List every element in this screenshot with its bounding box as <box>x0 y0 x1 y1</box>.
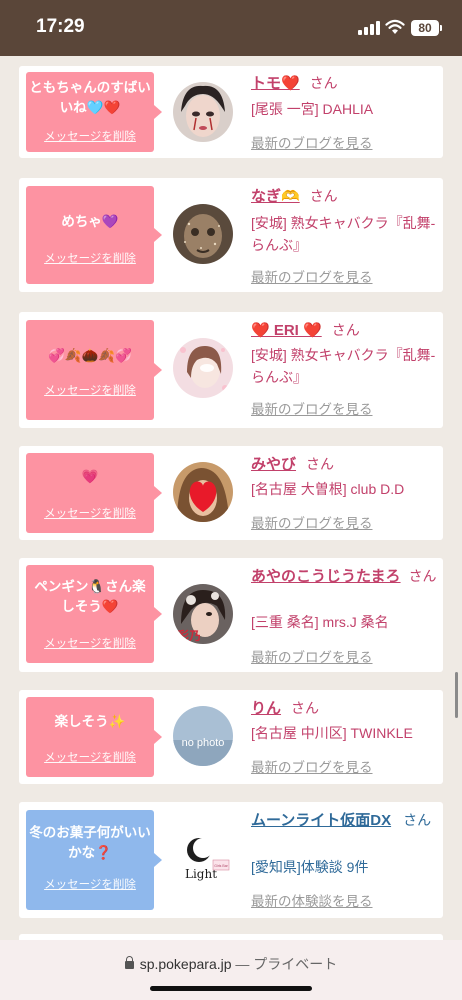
status-bar: 17:29 80 <box>0 0 462 56</box>
message-bubble: ペンギン🐧さん楽しそう❤️ メッセージを削除 <box>26 565 162 663</box>
user-name-link[interactable]: ❤️ ERI ❤️ <box>251 322 322 339</box>
message-card: 💗 メッセージを削除 みやび さん [名古屋 大曽根] club D.D 最新のブ… <box>19 446 443 540</box>
message-card: ともちゃんのすばいいね🩵❤️ メッセージを削除 トモ❤️ さん [尾張 一宮] D… <box>19 66 443 158</box>
delete-message-link[interactable]: メッセージを削除 <box>26 382 154 398</box>
message-text: 楽しそう✨ <box>54 714 126 729</box>
honorific: さん <box>306 456 335 472</box>
user-name-link[interactable]: なぎ🫶 <box>251 188 300 205</box>
no-photo-label: no photo <box>182 737 225 749</box>
message-feed[interactable]: ともちゃんのすばいいね🩵❤️ メッセージを削除 トモ❤️ さん [尾張 一宮] D… <box>0 56 462 940</box>
message-bubble: ともちゃんのすばいいね🩵❤️ メッセージを削除 <box>26 72 162 152</box>
shop-info[interactable]: [愛知県]体験談 9件 <box>251 856 437 878</box>
shop-info[interactable]: [三重 桑名] mrs.J 桑名 <box>251 611 437 633</box>
delete-message-link[interactable]: メッセージを削除 <box>26 505 154 521</box>
delete-message-link[interactable]: メッセージを削除 <box>26 250 154 266</box>
latest-blog-link[interactable]: 最新のブログを見る <box>251 398 373 418</box>
message-text: めちゃ💜 <box>61 214 119 229</box>
message-card: ペンギン🐧さん楽しそう❤️ メッセージを削除 彩乃 あやのこうじうたまろ さん [… <box>19 558 443 672</box>
avatar[interactable] <box>173 82 233 142</box>
message-card: 冬のお菓子何がいいかな❓ メッセージを削除 Light Girls Bar ムー… <box>19 802 443 918</box>
latest-blog-link[interactable]: 最新のブログを見る <box>251 512 373 532</box>
shop-info[interactable]: [安城] 熟女キャバクラ『乱舞-らんぶ』 <box>251 344 437 388</box>
honorific: さん <box>408 568 437 584</box>
avatar[interactable] <box>173 462 233 522</box>
delete-message-link[interactable]: メッセージを削除 <box>26 635 154 651</box>
honorific: さん <box>309 188 338 204</box>
shop-info[interactable]: [安城] 熟女キャバクラ『乱舞-らんぶ』 <box>251 212 437 256</box>
scrollbar[interactable] <box>455 672 458 718</box>
message-card: 楽しそう✨ メッセージを削除 no photo りん さん [名古屋 中川区] T… <box>19 690 443 784</box>
honorific: さん <box>331 322 360 338</box>
latest-blog-link[interactable]: 最新のブログを見る <box>251 646 373 666</box>
honorific: さん <box>309 75 338 91</box>
latest-blog-link[interactable]: 最新のブログを見る <box>251 756 373 776</box>
message-card: 💞🍂🌰🍂💞 メッセージを削除 ❤️ ERI ❤️ さん [安城] 熟女キャバクラ『… <box>19 312 443 428</box>
avatar[interactable]: Light Girls Bar <box>173 828 233 888</box>
battery-tip <box>440 25 442 31</box>
user-name-link[interactable]: りん <box>251 700 281 717</box>
user-name-link[interactable]: あやのこうじうたまろ <box>251 568 401 585</box>
honorific: さん <box>403 812 432 828</box>
lock-icon <box>124 956 134 969</box>
url-domain: sp.pokepara.jp <box>139 956 232 972</box>
avatar[interactable] <box>173 204 233 264</box>
shop-info[interactable]: [尾張 一宮] DAHLIA <box>251 98 437 120</box>
avatar-tag-text: Girls Bar <box>214 864 228 868</box>
avatar-watermark: 彩乃 <box>176 628 201 643</box>
avatar[interactable] <box>173 338 233 398</box>
message-bubble: 💞🍂🌰🍂💞 メッセージを削除 <box>26 320 162 420</box>
user-name-link[interactable]: トモ❤️ <box>251 75 300 92</box>
message-bubble: めちゃ💜 メッセージを削除 <box>26 186 162 284</box>
latest-blog-link[interactable]: 最新のブログを見る <box>251 132 373 152</box>
avatar[interactable]: no photo <box>173 706 233 766</box>
shop-info[interactable]: [名古屋 中川区] TWINKLE <box>251 722 437 744</box>
delete-message-link[interactable]: メッセージを削除 <box>26 128 154 144</box>
message-card: めちゃ💜 メッセージを削除 なぎ🫶 さん [安城] 熟女キャバクラ『乱舞-らんぶ』… <box>19 178 443 292</box>
address-text[interactable]: sp.pokepara.jp — プライベート <box>0 954 462 974</box>
message-bubble: 楽しそう✨ メッセージを削除 <box>26 697 162 777</box>
message-text: 冬のお菓子何がいいかな❓ <box>29 825 151 860</box>
latest-review-link[interactable]: 最新の体験談を見る <box>251 890 373 910</box>
avatar[interactable]: 彩乃 <box>173 584 233 644</box>
url-bar[interactable]: sp.pokepara.jp — プライベート <box>0 940 462 1000</box>
status-time: 17:29 <box>36 16 85 37</box>
wifi-icon <box>385 19 405 34</box>
shop-info[interactable]: [名古屋 大曽根] club D.D <box>251 478 437 500</box>
delete-message-link[interactable]: メッセージを削除 <box>26 749 154 765</box>
battery-icon: 80 <box>411 20 439 36</box>
delete-message-link[interactable]: メッセージを削除 <box>26 876 154 892</box>
message-text: 💗 <box>81 469 99 484</box>
message-bubble: 冬のお菓子何がいいかな❓ メッセージを削除 <box>26 810 162 910</box>
home-indicator[interactable] <box>150 986 312 991</box>
avatar-brand-text: Light <box>185 867 217 881</box>
honorific: さん <box>291 700 320 716</box>
latest-blog-link[interactable]: 最新のブログを見る <box>251 266 373 286</box>
private-label: — プライベート <box>235 956 338 972</box>
user-name-link[interactable]: みやび <box>251 456 296 473</box>
message-text: ともちゃんのすばいいね🩵❤️ <box>29 80 151 115</box>
message-bubble: 💗 メッセージを削除 <box>26 453 162 533</box>
cellular-signal-icon <box>358 21 380 35</box>
message-text: ペンギン🐧さん楽しそう❤️ <box>34 579 146 614</box>
user-name-link[interactable]: ムーンライト仮面DX <box>251 812 391 829</box>
